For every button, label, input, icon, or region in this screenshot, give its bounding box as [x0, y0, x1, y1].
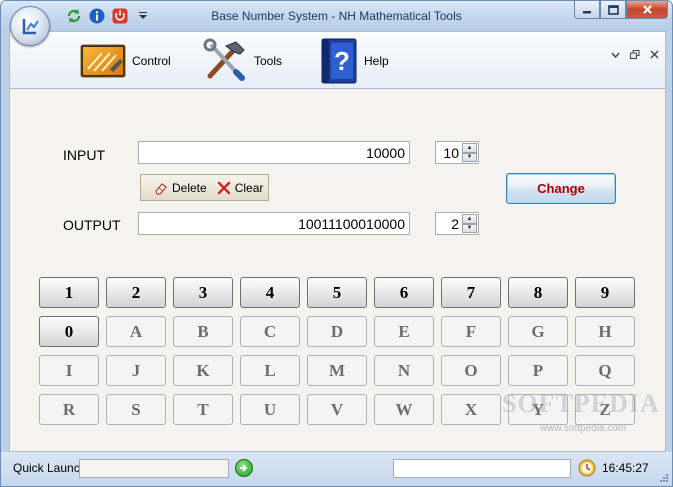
ribbon-close-icon[interactable] [650, 50, 659, 62]
resize-grip-icon[interactable] [659, 473, 669, 483]
key-g[interactable]: G [508, 316, 568, 347]
softpedia-watermark: SOFTPEDIA [502, 389, 660, 418]
key-q[interactable]: Q [575, 355, 635, 386]
key-6[interactable]: 6 [374, 277, 434, 308]
clear-x-icon [217, 181, 230, 194]
ribbon-tools-button[interactable]: Tools [202, 36, 282, 86]
key-m[interactable]: M [307, 355, 367, 386]
output-base-spinner[interactable]: 2 ▲ ▼ [435, 212, 479, 235]
spin-up-icon[interactable]: ▲ [462, 214, 477, 224]
ribbon-tools-label: Tools [254, 54, 283, 68]
softpedia-url: www.softpedia.com [540, 423, 627, 434]
change-button[interactable]: Change [506, 173, 616, 204]
input-base-spinner[interactable]: 10 ▲ ▼ [435, 141, 479, 164]
window-title: Base Number System - NH Mathematical Too… [211, 9, 462, 23]
key-h[interactable]: H [575, 316, 635, 347]
minimize-icon [583, 10, 591, 13]
clear-button[interactable]: Clear [214, 181, 267, 195]
ribbon-control-label: Control [132, 54, 171, 68]
input-base-value: 10 [443, 145, 459, 161]
key-w[interactable]: W [374, 394, 434, 425]
quick-launch-input[interactable] [79, 459, 229, 478]
key-t[interactable]: T [173, 394, 233, 425]
key-n[interactable]: N [374, 355, 434, 386]
key-u[interactable]: U [240, 394, 300, 425]
output-base-value: 2 [451, 216, 459, 232]
status-text-field [393, 459, 571, 478]
key-c[interactable]: C [240, 316, 300, 347]
ribbon-control-button[interactable]: Control [80, 36, 171, 86]
key-r[interactable]: R [39, 394, 99, 425]
key-1[interactable]: 1 [39, 277, 99, 308]
window-controls [574, 1, 668, 19]
ribbon-bar: Control Tools ? Help [9, 31, 666, 89]
key-9[interactable]: 9 [575, 277, 635, 308]
tools-icon [203, 38, 245, 81]
application-menu-button[interactable] [10, 6, 50, 46]
ribbon-help-label: Help [364, 54, 389, 68]
key-8[interactable]: 8 [508, 277, 568, 308]
clock-time: 16:45:27 [602, 461, 649, 475]
key-7[interactable]: 7 [441, 277, 501, 308]
key-v[interactable]: V [307, 394, 367, 425]
ribbon-collapse-icon[interactable] [611, 50, 620, 62]
key-x[interactable]: X [441, 394, 501, 425]
output-label: OUTPUT [63, 217, 121, 233]
key-i[interactable]: I [39, 355, 99, 386]
title-bar: Base Number System - NH Mathematical Too… [1, 1, 672, 31]
close-icon [642, 5, 652, 14]
key-5[interactable]: 5 [307, 277, 367, 308]
key-0[interactable]: 0 [39, 316, 99, 347]
delete-label: Delete [172, 180, 207, 195]
output-field[interactable]: 10011100010000 [138, 212, 410, 235]
key-s[interactable]: S [106, 394, 166, 425]
go-arrow-icon [240, 464, 248, 472]
key-p[interactable]: P [508, 355, 568, 386]
spin-down-icon[interactable]: ▼ [462, 152, 477, 162]
key-3[interactable]: 3 [173, 277, 233, 308]
key-4[interactable]: 4 [240, 277, 300, 308]
maximize-button[interactable] [600, 1, 626, 19]
status-bar: Quick Launch 16:45:27 [1, 452, 672, 486]
edit-toolbar: Delete Clear [140, 174, 269, 201]
clock-icon [578, 459, 596, 477]
ribbon-window-controls [611, 50, 659, 62]
key-b[interactable]: B [173, 316, 233, 347]
control-panel-icon [80, 44, 126, 78]
key-l[interactable]: L [240, 355, 300, 386]
eraser-icon [155, 182, 167, 195]
app-logo-icon [22, 19, 39, 35]
quick-launch-go-button[interactable] [235, 459, 253, 477]
clear-label: Clear [234, 180, 264, 195]
app-window: Base Number System - NH Mathematical Too… [0, 0, 673, 487]
quick-launch-label: Quick Launch [13, 461, 87, 475]
key-a[interactable]: A [106, 316, 166, 347]
ribbon-help-button[interactable]: ? Help [320, 36, 389, 86]
maximize-icon [607, 4, 619, 15]
svg-text:?: ? [334, 46, 350, 76]
main-panel: INPUT 10000 10 ▲ ▼ Delete Clear Change O… [9, 89, 666, 452]
close-button[interactable] [626, 1, 668, 19]
spin-down-icon[interactable]: ▼ [462, 223, 477, 233]
delete-button[interactable]: Delete [151, 181, 210, 195]
key-f[interactable]: F [441, 316, 501, 347]
key-k[interactable]: K [173, 355, 233, 386]
spin-up-icon[interactable]: ▲ [462, 143, 477, 153]
input-field[interactable]: 10000 [138, 141, 410, 164]
key-2[interactable]: 2 [106, 277, 166, 308]
help-book-icon: ? [321, 38, 357, 84]
ribbon-restore-icon[interactable] [630, 50, 640, 62]
input-label: INPUT [63, 147, 105, 163]
key-d[interactable]: D [307, 316, 367, 347]
key-j[interactable]: J [106, 355, 166, 386]
key-e[interactable]: E [374, 316, 434, 347]
minimize-button[interactable] [574, 1, 600, 19]
key-o[interactable]: O [441, 355, 501, 386]
